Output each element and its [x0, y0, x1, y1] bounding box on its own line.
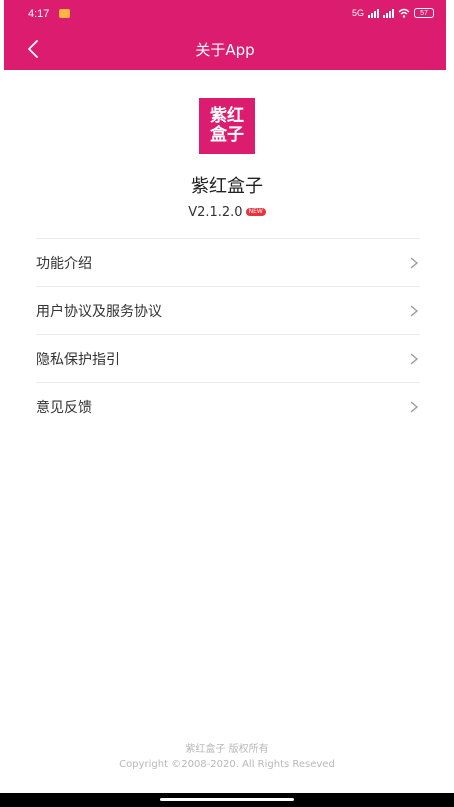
page-title: 关于App	[195, 41, 255, 59]
app-logo: 紫红 盒子	[199, 98, 255, 154]
battery-icon: 57	[414, 8, 434, 18]
new-badge: NEW	[245, 208, 266, 216]
wifi-icon	[398, 8, 410, 18]
home-indicator[interactable]	[160, 798, 294, 801]
copyright-notice: Copyright ©2008-2020. All Rights Reseved	[119, 759, 335, 770]
logo-text-line2: 盒子	[210, 125, 244, 145]
menu-item-label: 用户协议及服务协议	[36, 304, 162, 320]
app-version: V2.1.2.0	[188, 205, 243, 220]
notification-icon	[59, 9, 70, 18]
chevron-right-icon	[410, 257, 419, 269]
chevron-right-icon	[410, 401, 419, 413]
menu-item-label: 隐私保护指引	[36, 352, 120, 368]
copyright-owner: 紫红盒子 版权所有	[185, 744, 269, 755]
copyright-footer: 紫红盒子 版权所有 Copyright ©2008-2020. All Righ…	[0, 742, 454, 772]
status-indicators: 5G 57	[352, 8, 434, 18]
app-header: 4:17 5G 57 关于App	[4, 0, 446, 70]
signal-icon-2	[383, 8, 394, 18]
chevron-right-icon	[410, 305, 419, 317]
logo-text-line1: 紫红	[210, 106, 244, 126]
menu-item-user-agreement[interactable]: 用户协议及服务协议	[36, 286, 420, 334]
status-bar: 4:17 5G 57	[4, 0, 446, 30]
status-time: 4:17	[28, 8, 50, 20]
nav-bar: 关于App	[4, 30, 446, 70]
gesture-bar	[0, 793, 454, 807]
version-row: V2.1.2.0 NEW	[0, 205, 454, 220]
menu-item-feedback[interactable]: 意见反馈	[36, 382, 420, 430]
network-type: 5G	[351, 8, 364, 18]
menu-item-label: 意见反馈	[36, 400, 92, 416]
menu-item-features[interactable]: 功能介绍	[36, 238, 420, 286]
settings-menu: 功能介绍 用户协议及服务协议 隐私保护指引 意见反馈	[36, 238, 420, 430]
chevron-right-icon	[410, 353, 419, 365]
about-app-screen: 4:17 5G 57 关于App 紫红 盒子 紫红盒子 V2.1.2.0 NEW…	[0, 0, 454, 807]
signal-icon	[368, 8, 379, 18]
app-name: 紫红盒子	[191, 176, 263, 197]
menu-item-label: 功能介绍	[36, 256, 92, 272]
menu-item-privacy[interactable]: 隐私保护指引	[36, 334, 420, 382]
